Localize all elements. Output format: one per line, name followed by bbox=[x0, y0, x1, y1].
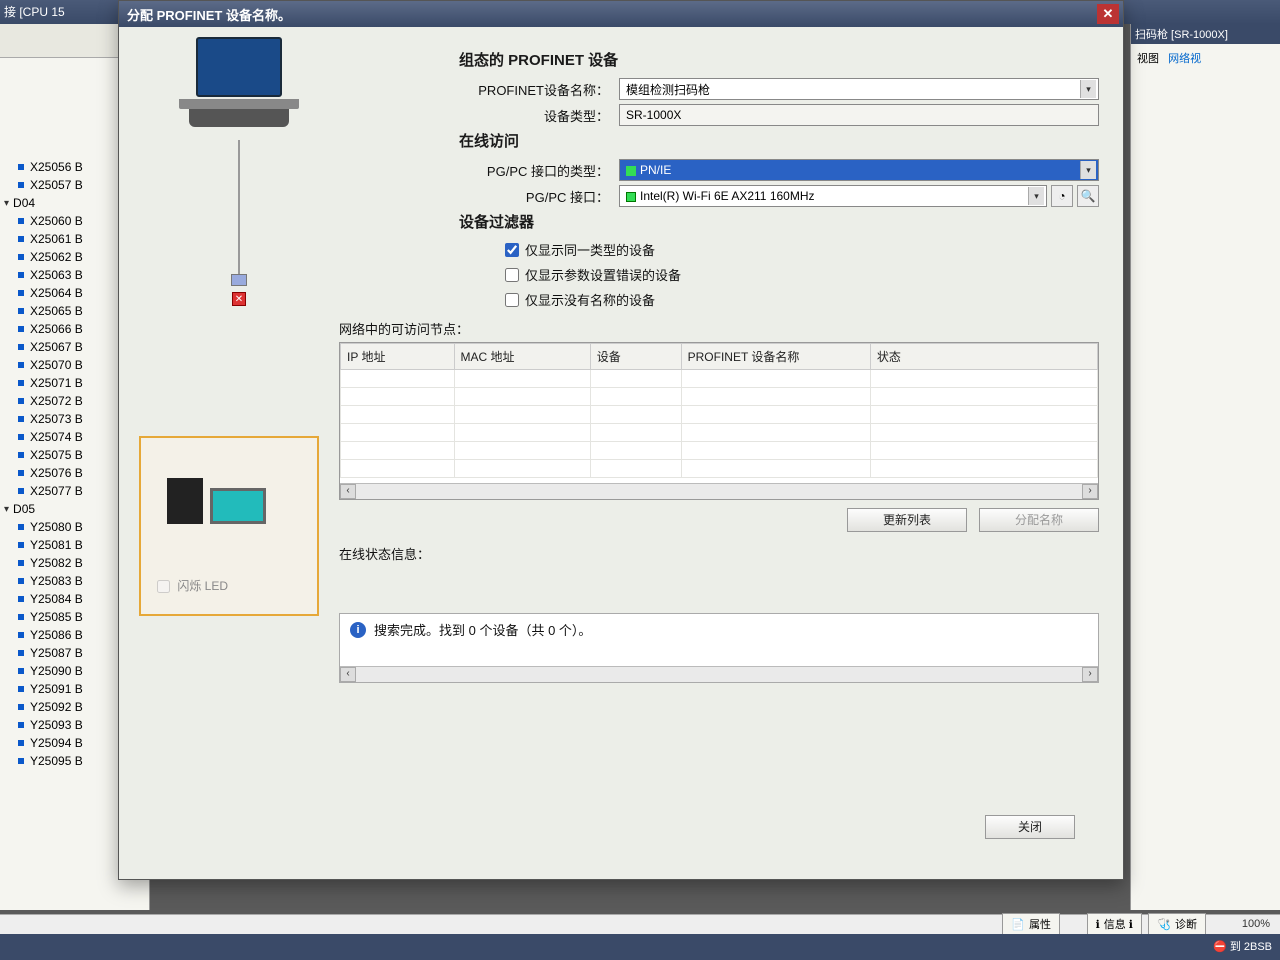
tab-info-label: 信息 bbox=[1104, 919, 1126, 931]
chevron-down-icon[interactable]: ▾ bbox=[1080, 80, 1096, 98]
label-interface: PG/PC 接口： bbox=[419, 187, 619, 206]
accessible-nodes-label: 网络中的可访问节点： bbox=[339, 319, 1099, 338]
switch-icon bbox=[231, 274, 247, 286]
bg-right-pane: 扫码枪 [SR-1000X] 视图 网络视 bbox=[1130, 24, 1280, 910]
assign-profinet-name-dialog: 分配 PROFINET 设备名称。 ✕ ✕ 闪烁 LED 组态的 PROFINE… bbox=[118, 0, 1124, 880]
tab-properties-label: 属性 bbox=[1029, 919, 1051, 931]
label-interface-type: PG/PC 接口的类型： bbox=[419, 161, 619, 180]
label-device-name: PROFINET设备名称： bbox=[419, 80, 619, 99]
filter-param-error-input[interactable] bbox=[505, 268, 519, 282]
flash-led-checkbox[interactable]: 闪烁 LED bbox=[157, 577, 228, 594]
filter-same-type[interactable]: 仅显示同一类型的设备 bbox=[505, 240, 1099, 259]
status-scrollbar[interactable]: ‹› bbox=[340, 666, 1098, 682]
bg-status-bar: 📄属性 ℹ信息 ℹ 🩺诊断 bbox=[0, 914, 1280, 934]
main-pane: 组态的 PROFINET 设备 PROFINET设备名称： 模组检测扫码枪 ▾ … bbox=[419, 45, 1099, 859]
chevron-down-icon[interactable]: ▾ bbox=[1080, 161, 1096, 179]
search-icon[interactable]: 🔍 bbox=[1077, 185, 1099, 207]
col-device[interactable]: 设备 bbox=[590, 344, 681, 370]
footer-error: ⛔ 到 2BSB bbox=[1213, 938, 1272, 954]
left-graphic-pane: ✕ 闪烁 LED bbox=[139, 37, 339, 819]
dialog-title: 分配 PROFINET 设备名称。 bbox=[127, 5, 291, 24]
net-line bbox=[238, 140, 240, 280]
label-device-type: 设备类型： bbox=[419, 106, 619, 125]
pnie-icon bbox=[626, 166, 636, 176]
bg-right-tab-0: 视图 bbox=[1137, 53, 1159, 65]
dialog-titlebar: 分配 PROFINET 设备名称。 ✕ bbox=[119, 1, 1123, 27]
online-status-label: 在线状态信息： bbox=[339, 544, 1099, 563]
interface-combo[interactable]: Intel(R) Wi-Fi 6E AX211 160MHz ▾ bbox=[619, 185, 1047, 207]
flash-led-label: 闪烁 LED bbox=[177, 579, 228, 593]
device-type-value: SR-1000X bbox=[626, 108, 681, 122]
nodes-table[interactable]: IP 地址 MAC 地址 设备 PROFINET 设备名称 状态 bbox=[339, 342, 1099, 500]
plc-icon bbox=[167, 478, 203, 524]
assign-name-button[interactable]: 分配名称 bbox=[979, 508, 1099, 532]
tab-diagnostics-label: 诊断 bbox=[1175, 919, 1197, 931]
col-ip[interactable]: IP 地址 bbox=[341, 344, 455, 370]
close-button[interactable]: 关闭 bbox=[985, 815, 1075, 839]
error-icon: ✕ bbox=[232, 292, 246, 306]
device-name-value: 模组检测扫码枪 bbox=[626, 81, 710, 98]
nic-icon bbox=[626, 192, 636, 202]
device-type-field: SR-1000X bbox=[619, 104, 1099, 126]
interface-type-value: PN/IE bbox=[640, 163, 671, 177]
section-configured-device: 组态的 PROFINET 设备 bbox=[459, 49, 1099, 70]
close-icon[interactable]: ✕ bbox=[1097, 4, 1119, 24]
bg-footer: ⛔ 到 2BSB bbox=[0, 934, 1280, 960]
device-name-combo[interactable]: 模组检测扫码枪 ▾ bbox=[619, 78, 1099, 100]
table-scrollbar[interactable]: ‹› bbox=[340, 483, 1098, 499]
flash-led-input[interactable] bbox=[157, 580, 170, 593]
section-device-filter: 设备过滤器 bbox=[459, 211, 1099, 232]
filter-no-name-label: 仅显示没有名称的设备 bbox=[525, 290, 655, 309]
filter-same-type-label: 仅显示同一类型的设备 bbox=[525, 240, 655, 259]
bg-title-left: 接 [CPU 15 bbox=[4, 5, 65, 19]
update-list-button[interactable]: 更新列表 bbox=[847, 508, 967, 532]
filter-param-error[interactable]: 仅显示参数设置错误的设备 bbox=[505, 265, 1099, 284]
col-state[interactable]: 状态 bbox=[870, 344, 1097, 370]
interface-value: Intel(R) Wi-Fi 6E AX211 160MHz bbox=[640, 189, 815, 203]
refresh-icon[interactable]: ◔ bbox=[1051, 185, 1073, 207]
device-preview: 闪烁 LED bbox=[139, 436, 319, 616]
info-icon: i bbox=[350, 622, 366, 638]
section-online-access: 在线访问 bbox=[459, 130, 1099, 151]
tab-properties[interactable]: 📄属性 bbox=[1002, 913, 1060, 934]
zoom-level: 100% bbox=[1242, 918, 1270, 930]
footer-error-text: 到 2BSB bbox=[1230, 941, 1272, 953]
bg-right-tabs: 视图 网络视 bbox=[1131, 44, 1280, 72]
bg-right-title: 扫码枪 [SR-1000X] bbox=[1131, 24, 1280, 44]
col-profinet-name[interactable]: PROFINET 设备名称 bbox=[681, 344, 870, 370]
tab-diagnostics[interactable]: 🩺诊断 bbox=[1148, 913, 1206, 934]
filter-no-name[interactable]: 仅显示没有名称的设备 bbox=[505, 290, 1099, 309]
online-status-box: i 搜索完成。找到 0 个设备（共 0 个）。 ‹› bbox=[339, 613, 1099, 683]
tab-info[interactable]: ℹ信息 ℹ bbox=[1087, 913, 1142, 934]
status-message: 搜索完成。找到 0 个设备（共 0 个）。 bbox=[374, 620, 591, 639]
interface-type-combo[interactable]: PN/IE ▾ bbox=[619, 159, 1099, 181]
bg-right-tab-1: 网络视 bbox=[1168, 53, 1201, 65]
hmi-icon bbox=[210, 488, 266, 524]
col-mac[interactable]: MAC 地址 bbox=[454, 344, 590, 370]
chevron-down-icon[interactable]: ▾ bbox=[1028, 187, 1044, 205]
filter-no-name-input[interactable] bbox=[505, 293, 519, 307]
filter-param-error-label: 仅显示参数设置错误的设备 bbox=[525, 265, 681, 284]
laptop-icon bbox=[179, 37, 299, 132]
filter-same-type-input[interactable] bbox=[505, 243, 519, 257]
